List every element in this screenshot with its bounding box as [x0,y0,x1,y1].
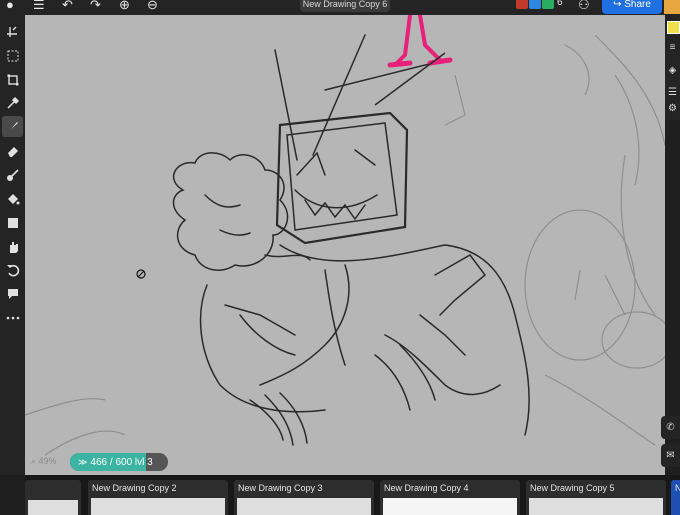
filmstrip-thumbnail [237,498,371,515]
filmstrip-item[interactable]: New Drawing Copy 2 [88,480,228,515]
filmstrip-item-label: N [675,483,680,493]
transform-tool[interactable] [2,21,23,42]
fill-tool[interactable] [2,188,23,209]
settings-icon[interactable]: ⚙ [667,103,678,114]
avatar[interactable] [529,0,541,9]
comment-tool[interactable] [2,283,23,304]
filmstrip-thumbnail [529,498,663,515]
filmstrip-item[interactable]: N [671,480,680,515]
menu-icon[interactable]: ☰ [33,0,45,12]
document-title[interactable]: New Drawing Copy 6 [300,0,390,12]
crop-icon [7,74,18,85]
filmstrip-thumbnail [383,498,517,515]
character-sketch-lines [172,34,530,446]
eraser-icon [7,146,18,157]
share-icon: ↪ [613,0,625,10]
layers-panel-icon[interactable]: ☰ [667,87,678,98]
drawing-filmstrip: New Drawing Copy 2 New Drawing Copy 3 Ne… [25,475,680,515]
phone-icon: ✆ [666,422,675,433]
frame-counter[interactable]: ≫ 466 / 600 lvl 3 [70,453,168,471]
filmstrip-item-label: New Drawing Copy 5 [530,483,615,493]
layers-icon[interactable]: ◈ [667,65,678,76]
collaborator-avatars[interactable] [516,0,555,11]
chat-button[interactable]: ✉ [661,444,680,467]
smudge-icon [6,168,19,181]
background-sketch-lines [25,34,665,456]
zoom-in-icon[interactable]: ⊕ [119,0,130,12]
select-icon [7,50,18,61]
shape-icon [7,217,18,228]
add-user-icon[interactable]: ⚇ [578,0,590,12]
filmstrip-thumbnail [28,500,78,515]
right-panel: ≡ ◈ ☰ ⚙ [665,15,680,120]
filmstrip-item[interactable]: New Drawing Copy 4 [380,480,520,515]
zoom-level[interactable]: ⌕ 49% [31,456,57,467]
filmstrip-item-label: New Drawing Copy 3 [238,483,323,493]
comment-icon [7,288,18,299]
zoom-icon: ⌕ [31,456,39,466]
share-label: Share [624,0,651,10]
shape-tool[interactable] [2,212,23,233]
fill-icon [7,193,19,204]
filmstrip-item[interactable]: New Drawing Copy 3 [234,480,374,515]
brush-icon [7,121,18,132]
redo-icon[interactable]: ↷ [90,0,101,12]
sliders-icon[interactable]: ≡ [667,42,678,53]
frame-counter-text: ≫ 466 / 600 lvl 3 [78,453,153,471]
eraser-tool[interactable] [2,140,23,161]
call-button[interactable]: ✆ [661,416,680,439]
more-tool[interactable] [2,307,23,328]
filmstrip-item-label: New Drawing Copy 4 [384,483,469,493]
filmstrip-item[interactable] [25,480,81,515]
layer-label: lvl 3 [134,457,153,468]
brush-cursor [136,269,146,279]
transform-icon [6,26,17,37]
reference-figure [374,15,453,106]
collaborator-count: 6 [557,0,563,8]
app-logo-icon[interactable]: ● [6,0,14,12]
zoom-value: 49% [38,456,57,466]
brush-tool[interactable] [2,116,23,137]
chevron-down-icon: ≫ [78,457,88,467]
sketch-artwork [25,15,665,456]
drawing-canvas[interactable] [25,15,665,475]
select-tool[interactable] [2,45,23,66]
color-swatch[interactable] [667,21,680,34]
avatar[interactable] [542,0,554,9]
undo-icon [6,264,19,276]
filmstrip-thumbnail [91,498,225,515]
eyedropper-tool[interactable] [2,92,23,113]
more-icon [6,316,19,319]
user-avatar[interactable] [664,0,680,14]
undo-tool[interactable] [2,259,23,280]
filmstrip-item[interactable]: New Drawing Copy 5 [526,480,666,515]
frame-count: 466 / 600 [90,457,133,468]
eyedropper-icon [6,96,19,109]
filmstrip-item-label: New Drawing Copy 2 [92,483,177,493]
zoom-out-icon[interactable]: ⊖ [147,0,158,12]
undo-icon[interactable]: ↶ [62,0,73,12]
hand-icon [9,241,18,253]
avatar[interactable] [516,0,528,9]
share-button[interactable]: ↪ Share [602,0,662,14]
tool-palette [0,15,25,475]
smudge-tool[interactable] [2,164,23,185]
top-bar: ● ☰ ↶ ↷ ⊕ ⊖ New Drawing Copy 6 6 ⚇ ↪ Sha… [0,0,680,15]
crop-tool[interactable] [2,69,23,90]
hand-tool[interactable] [2,236,23,257]
chat-icon: ✉ [666,450,675,461]
